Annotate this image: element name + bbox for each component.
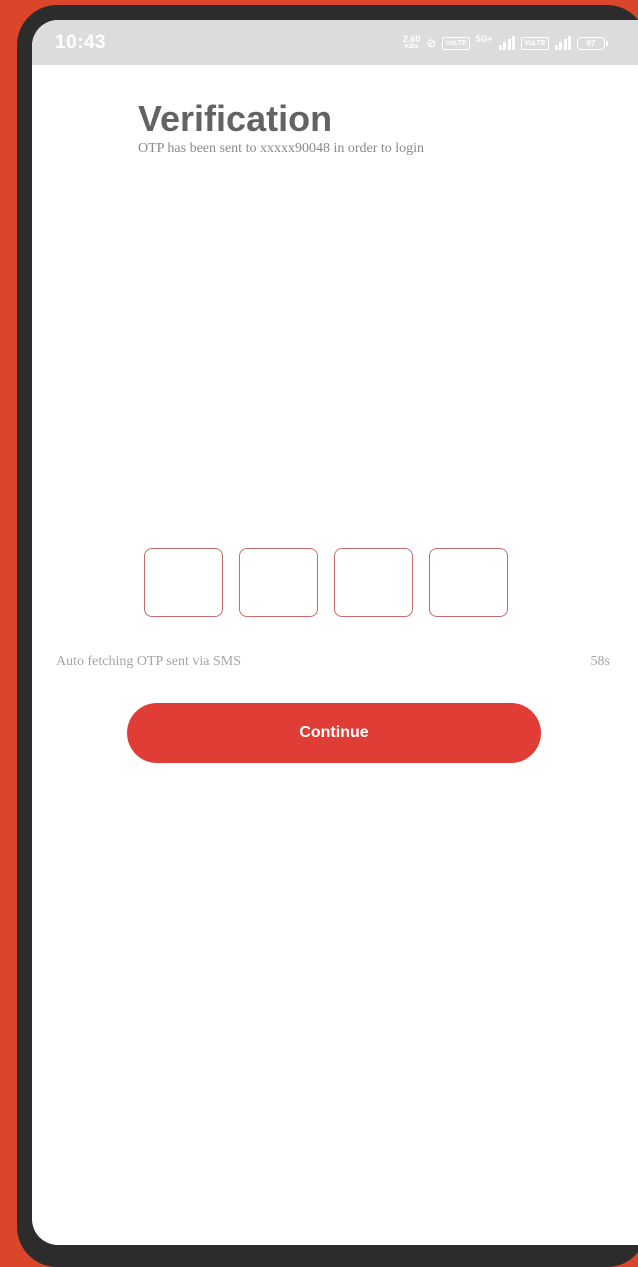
otp-timer: 58s — [590, 654, 610, 669]
otp-sent-message: OTP has been sent to xxxxx90048 in order… — [138, 141, 425, 156]
network-speed-value: 2.60 — [402, 34, 421, 44]
status-bar: 10:43 2.60 KB/s ⊘ VoLTE 5G+ VoLTE 97 — [32, 20, 638, 65]
auto-fetch-label: Auto fetching OTP sent via SMS — [56, 654, 241, 669]
wifi-off-icon: ⊘ — [426, 36, 437, 50]
status-icons: 2.60 KB/s ⊘ VoLTE 5G+ VoLTE 97 — [403, 32, 608, 54]
otp-digit-4[interactable] — [429, 548, 508, 617]
otp-digit-3[interactable] — [334, 548, 413, 617]
continue-button[interactable]: Continue — [127, 703, 541, 763]
battery-level: 97 — [577, 36, 605, 50]
signal-sim1-icon — [498, 36, 516, 50]
volte-sim1-icon: VoLTE — [442, 36, 470, 50]
signal-sim2-icon — [554, 36, 571, 50]
network-speed-indicator: 2.60 KB/s — [403, 35, 421, 51]
network-type-label: 5G+ — [475, 34, 493, 44]
battery-icon: 97 — [577, 36, 608, 50]
otp-input-group — [144, 548, 508, 617]
page-title: Verification — [138, 98, 333, 139]
volte-sim2-icon: VoLTE — [521, 36, 549, 50]
otp-digit-1[interactable] — [144, 548, 223, 617]
status-time: 10:43 — [55, 32, 107, 53]
app-screen: 10:43 2.60 KB/s ⊘ VoLTE 5G+ VoLTE 97 Ver… — [32, 20, 638, 1245]
network-speed-unit: KB/s — [404, 44, 419, 50]
otp-digit-2[interactable] — [239, 548, 318, 617]
